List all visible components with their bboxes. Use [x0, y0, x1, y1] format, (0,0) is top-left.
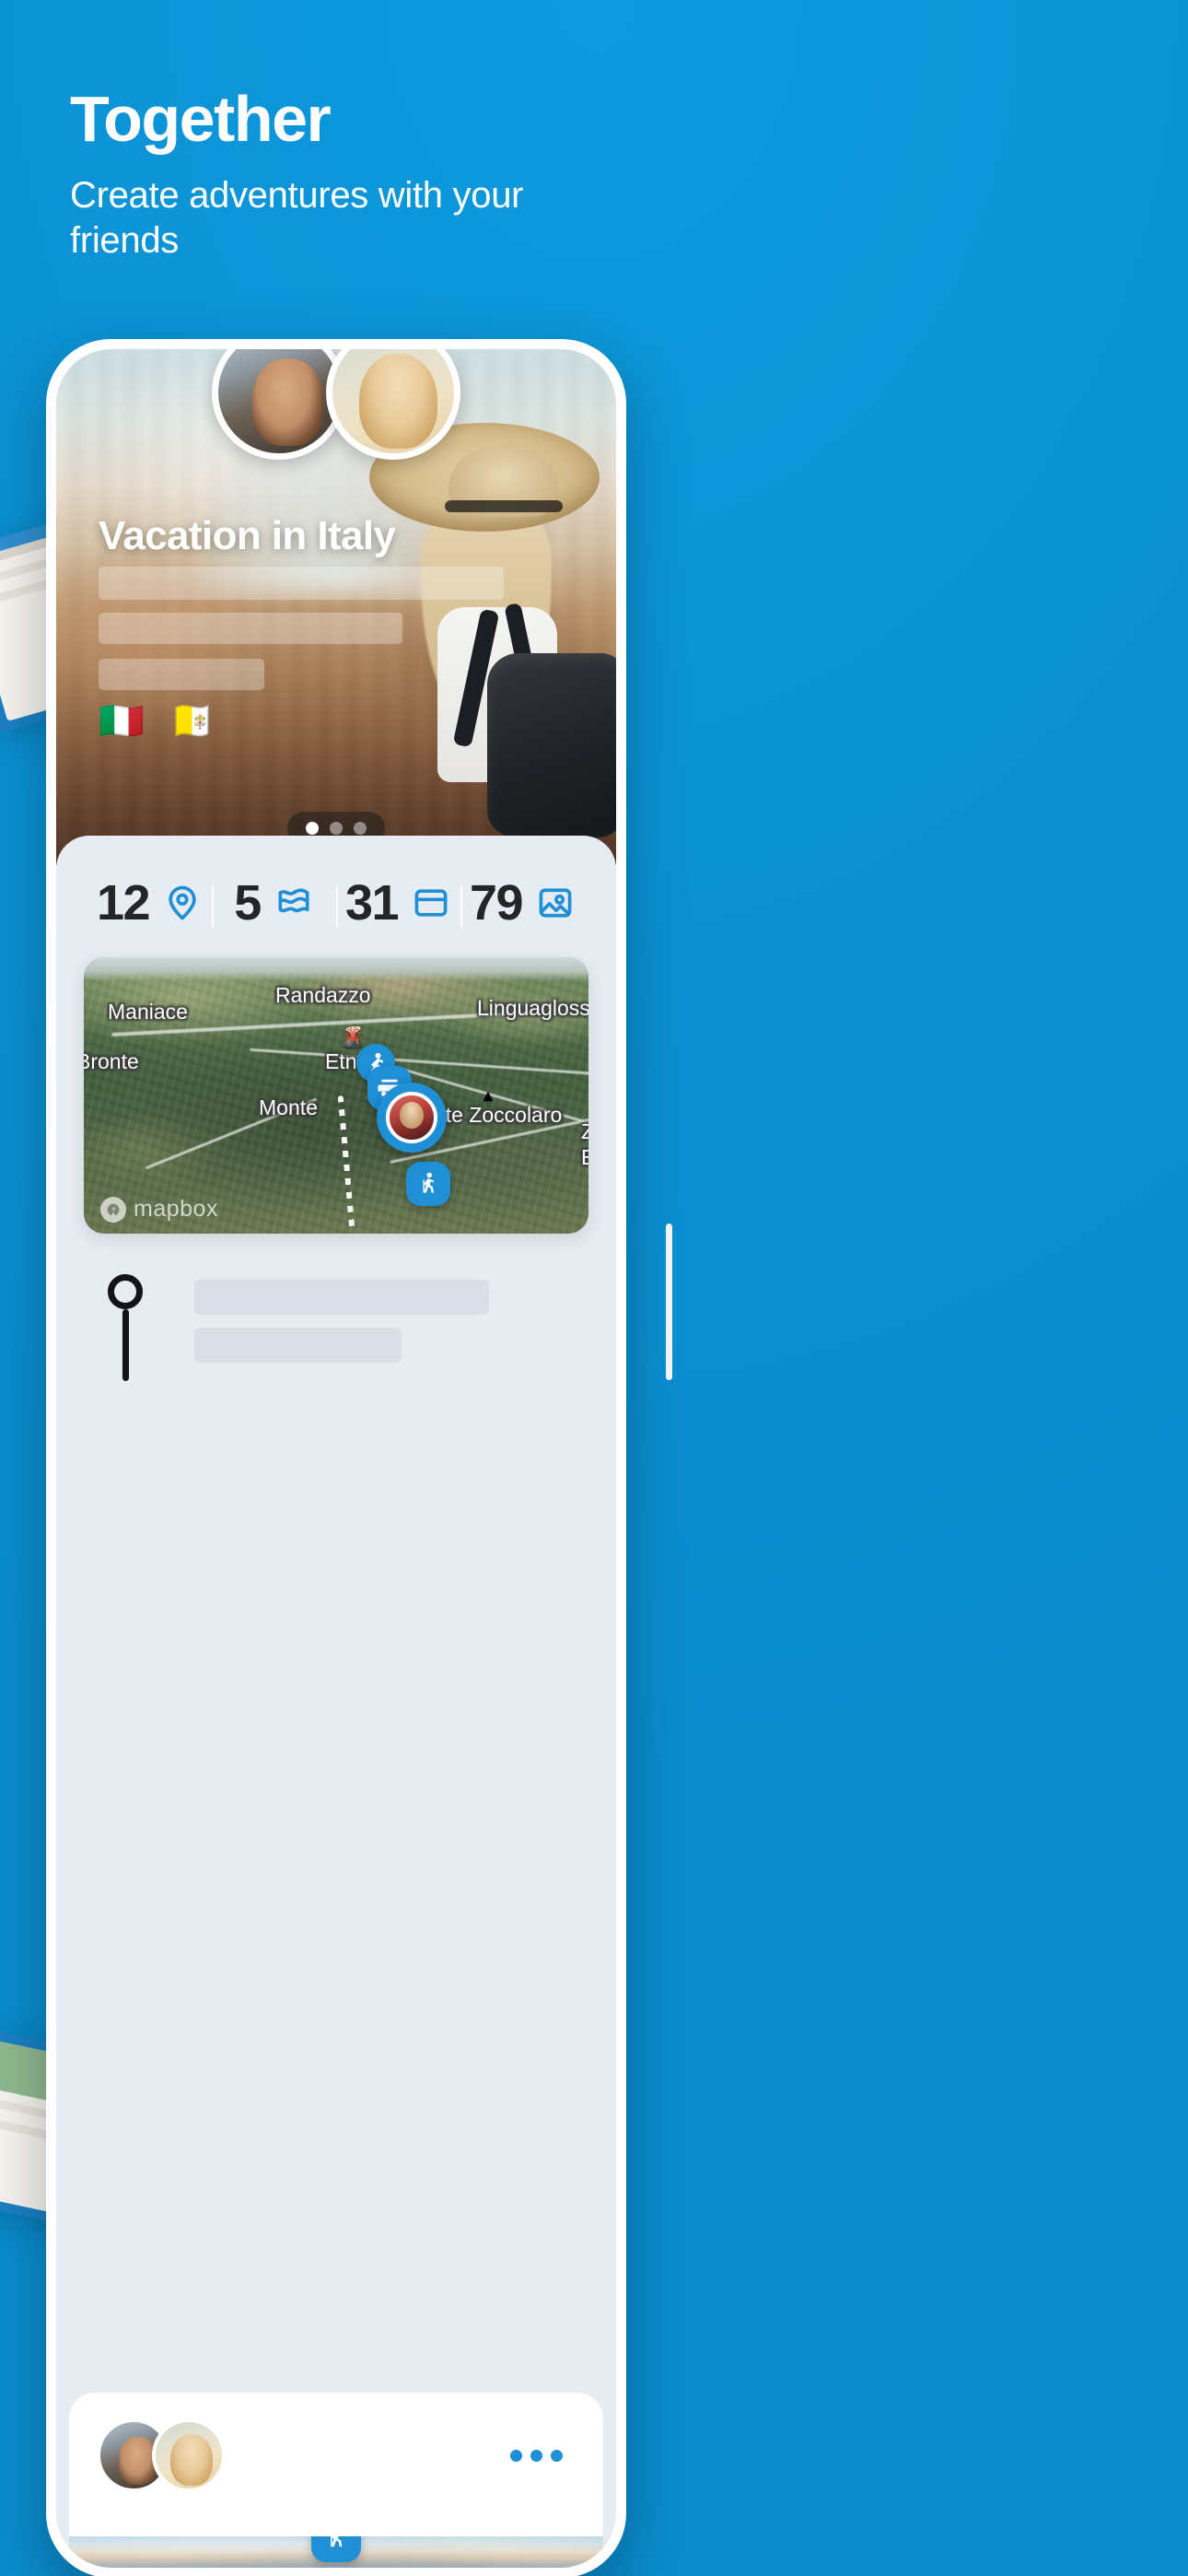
phone-power-button	[666, 1224, 672, 1380]
walking-icon	[423, 1172, 435, 1193]
page-title: Together	[70, 83, 332, 155]
post-card-header	[69, 2393, 603, 2505]
country-flags: 🇮🇹 🇻🇦	[99, 701, 223, 742]
avatar[interactable]	[326, 349, 460, 460]
map-label: Maniace	[108, 1000, 188, 1024]
volcano-icon: 🌋	[340, 1025, 366, 1048]
mapbox-label: mapbox	[134, 1196, 218, 1222]
post-photo	[69, 2536, 603, 2568]
timeline-skeleton-line	[194, 1280, 489, 1315]
timeline-pin-icon	[108, 1274, 143, 1309]
dot	[510, 2449, 522, 2462]
trip-stats-row: 12 5 31 79	[56, 836, 616, 952]
avatar[interactable]	[212, 349, 346, 460]
stat-countries[interactable]: 5	[212, 878, 336, 928]
timeline-stem	[122, 1309, 129, 1381]
map-label: Linguaglossa	[477, 996, 588, 1020]
timeline-skeleton-line	[194, 1328, 402, 1363]
stat-cards[interactable]: 31	[336, 878, 460, 928]
trip-title: Vacation in Italy	[99, 513, 396, 558]
hero-copy: Together Create adventures with your fri…	[70, 85, 659, 263]
card-icon	[414, 889, 448, 917]
content-sheet: 12 5 31 79 Maniace Randazzo ronte Lingua…	[56, 836, 616, 2568]
carousel-dot[interactable]	[330, 822, 343, 835]
stat-value: 79	[469, 875, 524, 931]
mapbox-mark-icon	[100, 1196, 126, 1223]
walking-icon	[331, 2536, 343, 2547]
map-label: Randazzo	[275, 983, 371, 1007]
stat-photos[interactable]: 79	[460, 878, 585, 928]
post-avatars[interactable]	[97, 2418, 226, 2492]
dot	[530, 2449, 542, 2462]
avatar[interactable]	[152, 2418, 226, 2492]
map-label: Eu	[581, 1145, 588, 1169]
trip-skeleton-line	[99, 613, 402, 644]
mapbox-attribution[interactable]: mapbox	[100, 1196, 218, 1223]
map-marker-walking[interactable]	[406, 1162, 450, 1206]
map-label: Bronte	[84, 1049, 139, 1073]
volcano-icon: ▲	[480, 1086, 496, 1105]
phone-mockup: Vacation in Italy 🇮🇹 🇻🇦 12 5 31 79 Mania…	[46, 339, 672, 2576]
carousel-dot-active[interactable]	[306, 822, 319, 835]
location-pin-icon	[169, 885, 196, 920]
post-more-options-button[interactable]	[501, 2441, 572, 2471]
post-activity-chip[interactable]	[311, 2536, 361, 2562]
post-card[interactable]	[69, 2393, 603, 2568]
map-marker-photo-avatar[interactable]	[377, 1083, 447, 1153]
stat-value: 12	[96, 875, 151, 931]
dot	[551, 2449, 563, 2462]
stat-places[interactable]: 12	[87, 878, 212, 928]
timeline-entry	[56, 1270, 616, 1381]
map-label: Za	[581, 1119, 588, 1143]
carousel-dot[interactable]	[354, 822, 367, 835]
trip-member-avatars[interactable]	[212, 349, 460, 460]
flag-icon	[278, 888, 309, 913]
map-label: Monte	[259, 1095, 318, 1119]
trip-skeleton-line	[99, 567, 504, 600]
stat-value: 31	[344, 875, 400, 931]
trip-skeleton-line	[99, 659, 264, 690]
stat-value: 5	[234, 875, 262, 931]
phone-screen: Vacation in Italy 🇮🇹 🇻🇦 12 5 31 79 Mania…	[56, 349, 616, 2568]
trip-map[interactable]: Maniace Randazzo Bronte Linguaglossa Etn…	[84, 957, 588, 1234]
photo-icon	[539, 888, 572, 918]
page-subtitle: Create adventures with your friends	[70, 175, 524, 261]
